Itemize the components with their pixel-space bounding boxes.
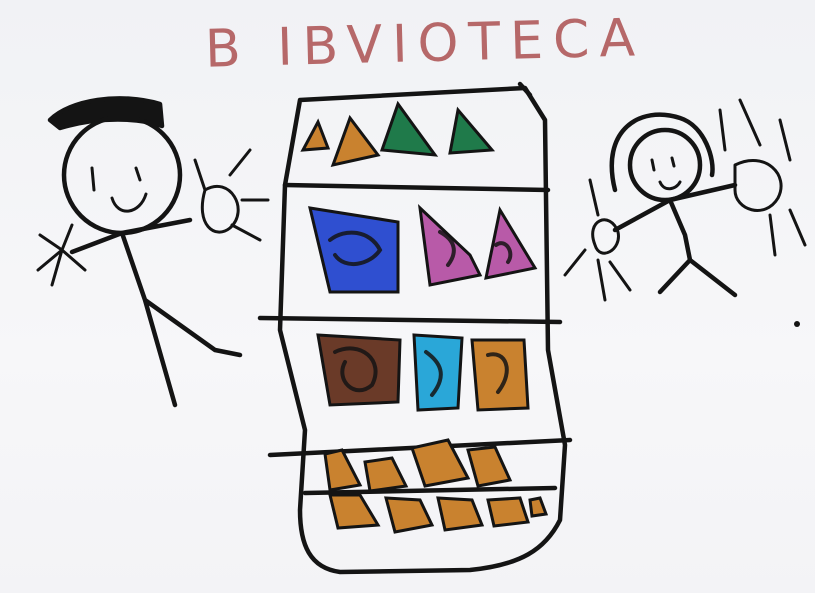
bookshelf-shelf-2 (257, 315, 563, 325)
book-1-4 (448, 106, 496, 155)
left-person-face (90, 166, 148, 213)
drawing-canvas (36, 81, 807, 575)
book-1-1 (300, 118, 331, 152)
book-4-2 (363, 456, 409, 493)
right-person-face (650, 156, 682, 191)
left-person-left-hand (36, 223, 87, 287)
book-4-1 (323, 448, 363, 492)
book-4-4 (466, 445, 513, 488)
bookshelf (257, 81, 573, 575)
drawing-page: B IBVIOTECA (0, 0, 815, 593)
book-3-2 (412, 333, 464, 412)
book-5-4 (486, 496, 531, 528)
bookshelf-frame (277, 85, 568, 575)
right-person-figure (563, 98, 807, 327)
book-5-1 (328, 493, 381, 530)
right-person-body (612, 182, 738, 298)
book-2-1 (308, 206, 400, 294)
left-person-head (61, 114, 183, 236)
book-1-2 (330, 114, 381, 168)
left-person-body (69, 217, 243, 408)
book-1-3 (379, 100, 439, 157)
book-2-2 (417, 204, 483, 287)
book-3-3 (470, 338, 530, 412)
left-person-right-hand (193, 148, 270, 242)
book-5-3 (436, 496, 485, 532)
left-person-figure (36, 96, 270, 408)
right-person-left-hand (563, 178, 632, 302)
book-3-1 (316, 333, 402, 407)
book-5-5 (528, 496, 549, 518)
right-person-right-hand (718, 98, 807, 257)
book-2-3 (484, 205, 538, 280)
book-5-2 (384, 496, 435, 534)
bookshelf-shelf-1 (282, 182, 551, 193)
right-person-dot (794, 321, 800, 327)
